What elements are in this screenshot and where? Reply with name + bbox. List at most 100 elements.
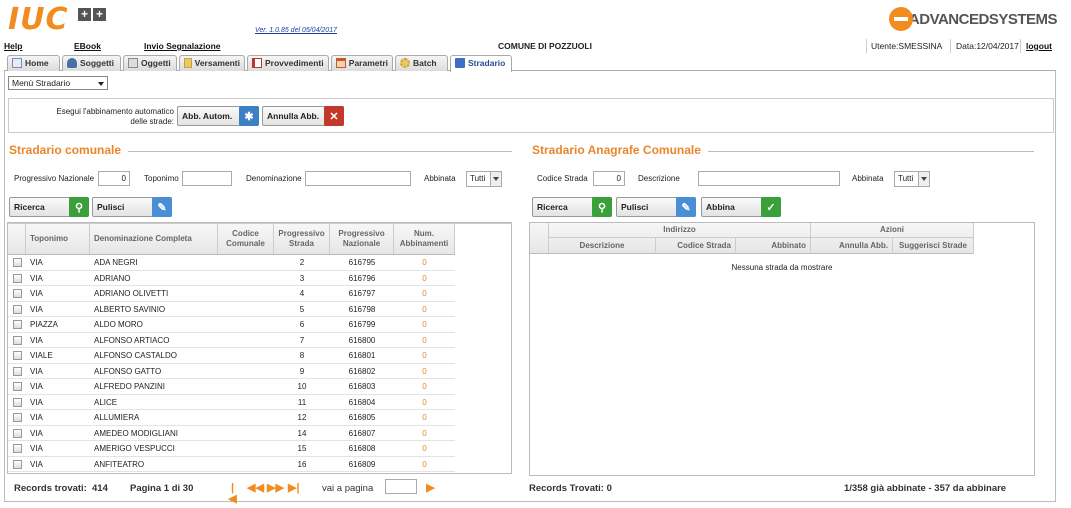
cell-toponimo: VIA xyxy=(30,397,43,407)
first-page-icon[interactable]: |◀ xyxy=(227,483,238,505)
cell-num: 0 xyxy=(422,366,427,376)
version-link[interactable]: Ver. 1.0.85 del 05/04/2017 xyxy=(255,27,337,34)
help-link[interactable]: Help xyxy=(4,41,22,51)
menu-stradario-select[interactable]: Menù Stradario xyxy=(8,76,108,90)
search-button[interactable]: Ricerca ⚲ xyxy=(9,197,89,217)
page-info: Pagina 1 di 30 xyxy=(130,483,194,494)
table-row[interactable]: VIA ANFITEATRO 16 616809 0 xyxy=(8,457,455,472)
row-checkbox[interactable] xyxy=(13,428,22,438)
empty-message: Nessuna strada da mostrare xyxy=(731,263,833,272)
toponimo-input[interactable] xyxy=(182,171,232,186)
row-checkbox[interactable] xyxy=(13,382,22,391)
date-info: Data:12/04/2017 xyxy=(956,41,1019,51)
row-checkbox[interactable] xyxy=(13,273,22,283)
header-prog-strada[interactable]: Progressivo Strada xyxy=(274,224,330,254)
tab-versamenti[interactable]: Versamenti xyxy=(179,55,245,71)
table-row[interactable]: VIA ALFONSO GATTO 9 616802 0 xyxy=(8,364,455,379)
table-row[interactable]: VIA ALBERTO SAVINIO 5 616798 0 xyxy=(8,302,455,317)
goto-page-input[interactable] xyxy=(385,479,417,494)
row-checkbox[interactable] xyxy=(13,397,22,407)
header-select-cell xyxy=(8,224,26,254)
cell-toponimo: VIA xyxy=(30,304,43,314)
tab-provvedimenti[interactable]: Provvedimenti xyxy=(247,55,329,71)
match-button[interactable]: Abbina ✓ xyxy=(701,197,781,217)
header-suggerisci[interactable]: Suggerisci Strade xyxy=(893,238,974,254)
cancel-match-button[interactable]: Annulla Abb. ✕ xyxy=(262,106,344,126)
row-checkbox[interactable] xyxy=(13,413,22,422)
cell-toponimo: VIA xyxy=(30,382,43,391)
right-grid-panel: Indirizzo Azioni Descrizione Codice Stra… xyxy=(529,222,1035,476)
section-divider xyxy=(128,151,512,152)
table-row[interactable]: VIA AMERIGO VESPUCCI 15 616808 0 xyxy=(8,441,455,457)
tab-batch[interactable]: Batch xyxy=(395,55,448,71)
tab-home[interactable]: Home xyxy=(7,55,60,71)
table-row[interactable]: VIA ALFONSO ARTIACO 7 616800 0 xyxy=(8,333,455,348)
tab-oggetti[interactable]: Oggetti xyxy=(123,55,177,71)
tab-soggetti[interactable]: Soggetti xyxy=(62,55,121,71)
cell-num: 0 xyxy=(422,258,427,267)
denominazione-input[interactable] xyxy=(305,171,411,186)
header-denominazione[interactable]: Denominazione Completa xyxy=(90,224,218,254)
tab-stradario[interactable]: Stradario xyxy=(450,55,512,72)
row-checkbox[interactable] xyxy=(13,366,22,376)
table-row[interactable]: VIALE ALFONSO CASTALDO 8 616801 0 xyxy=(8,348,455,364)
table-row[interactable]: VIA ADRIANO OLIVETTI 4 616797 0 xyxy=(8,286,455,302)
tab-parametri[interactable]: Parametri xyxy=(331,55,393,71)
clear-button[interactable]: Pulisci ✎ xyxy=(92,197,172,217)
tab-label: Stradario xyxy=(468,58,506,68)
header-select-cell xyxy=(530,223,549,253)
codice-strada-input[interactable]: 0 xyxy=(593,171,625,186)
table-row[interactable]: VIA ALICE 11 616804 0 xyxy=(8,395,455,410)
stamp-icon xyxy=(252,58,262,68)
progressivo-input[interactable]: 0 xyxy=(98,171,130,186)
invio-segnalazione-link[interactable]: Invio Segnalazione xyxy=(144,41,221,51)
clear-button[interactable]: Pulisci ✎ xyxy=(616,197,696,217)
abbinata-select[interactable]: Tutti xyxy=(466,171,502,187)
ebook-link[interactable]: EBook xyxy=(74,41,101,51)
table-row[interactable]: VIA ADRIANO 3 616796 0 xyxy=(8,271,455,286)
search-button[interactable]: Ricerca ⚲ xyxy=(532,197,612,217)
last-page-icon[interactable]: ▶| xyxy=(288,483,300,494)
cell-num: 0 xyxy=(422,382,427,391)
header-prog-naz[interactable]: Progressivo Nazionale xyxy=(330,224,394,254)
cell-toponimo: PIAZZA xyxy=(30,320,59,329)
logout-link[interactable]: logout xyxy=(1026,41,1052,51)
row-checkbox[interactable] xyxy=(13,335,22,345)
header-abbinato[interactable]: Abbinato xyxy=(736,238,811,254)
row-checkbox[interactable] xyxy=(13,351,22,360)
cell-num: 0 xyxy=(422,304,427,314)
descrizione-input[interactable] xyxy=(698,171,840,186)
header-descrizione[interactable]: Descrizione xyxy=(549,238,656,254)
tab-label: Parametri xyxy=(348,58,388,68)
row-checkbox[interactable] xyxy=(13,289,22,298)
prev-page-icon[interactable]: ◀◀ xyxy=(247,483,264,494)
table-row[interactable]: VIA ALFREDO PANZINI 10 616803 0 xyxy=(8,379,455,395)
goto-page-label: vai a pagina xyxy=(322,483,374,494)
table-row[interactable]: VIA ADA NEGRI 2 616795 0 xyxy=(8,255,455,271)
go-arrow-icon[interactable]: ▶ xyxy=(425,483,436,494)
tab-label: Oggetti xyxy=(141,58,171,68)
row-checkbox[interactable] xyxy=(13,459,22,469)
abbinata-select[interactable]: Tutti xyxy=(894,171,930,187)
cell-prog-naz: 616807 xyxy=(348,428,376,438)
row-checkbox[interactable] xyxy=(13,304,22,314)
next-page-icon[interactable]: ▶▶ xyxy=(267,483,284,494)
header-codice[interactable]: Codice Comunale xyxy=(218,224,274,254)
header-annulla-abb[interactable]: Annulla Abb. xyxy=(811,238,893,254)
header-codice-strada[interactable]: Codice Strada xyxy=(656,238,736,254)
header-num-abbinamenti[interactable]: Num. Abbinamenti xyxy=(394,224,455,254)
calendar-icon xyxy=(336,58,346,68)
row-checkbox[interactable] xyxy=(13,320,22,329)
row-checkbox[interactable] xyxy=(13,444,22,453)
table-row[interactable]: VIA ALLUMIERA 12 616805 0 xyxy=(8,410,455,426)
cell-prog-strada: 11 xyxy=(297,397,307,407)
row-checkbox[interactable] xyxy=(13,258,22,267)
cell-prog-naz: 616797 xyxy=(348,289,376,298)
clear-button-label: Pulisci xyxy=(97,202,125,212)
table-row[interactable]: PIAZZA ALDO MORO 6 616799 0 xyxy=(8,317,455,333)
table-row[interactable]: VIA AMEDEO MODIGLIANI 14 616807 0 xyxy=(8,426,455,441)
gear-icon: ✱ xyxy=(239,106,259,126)
auto-match-button[interactable]: Abb. Autom. ✱ xyxy=(177,106,259,126)
cell-denominazione: AMEDEO MODIGLIANI xyxy=(94,428,179,438)
header-toponimo[interactable]: Toponimo xyxy=(26,224,90,254)
